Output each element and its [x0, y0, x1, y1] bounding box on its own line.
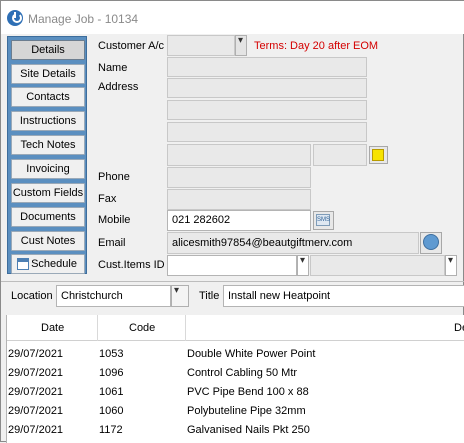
- cust-items-id-dropdown[interactable]: [297, 255, 309, 276]
- mobile-input[interactable]: 021 282602: [167, 210, 311, 231]
- mobile-label: Mobile: [98, 214, 131, 226]
- customer-account-input[interactable]: [167, 35, 235, 56]
- date-column-header[interactable]: Date: [41, 322, 64, 334]
- address-line-2-input[interactable]: [167, 100, 367, 120]
- row-description: Galvanised Nails Pkt 250: [187, 424, 310, 436]
- nav-cust-notes-button[interactable]: Cust Notes: [11, 231, 85, 251]
- table-row[interactable]: 29/07/2021 1096 Control Cabling 50 Mtr: [7, 364, 464, 383]
- job-title-input[interactable]: Install new Heatpoint: [223, 285, 464, 307]
- location-dropdown[interactable]: [171, 285, 189, 307]
- location-label: Location: [11, 290, 53, 302]
- column-divider: [97, 315, 98, 341]
- mobile-value: 021 282602: [172, 214, 231, 226]
- email-label: Email: [98, 237, 126, 249]
- grid-header: Date Code De: [7, 315, 464, 341]
- row-date: 29/07/2021: [8, 424, 64, 436]
- fax-label: Fax: [98, 193, 117, 205]
- customer-label: Customer A/c: [98, 40, 165, 52]
- nav-schedule-button[interactable]: Schedule: [11, 254, 85, 274]
- nav-site-details-button[interactable]: Site Details: [11, 64, 85, 84]
- nav-panel: Details Site Details Contacts Instructio…: [7, 36, 87, 274]
- email-input[interactable]: alicesmith97854@beautgiftmerv.com: [167, 232, 419, 254]
- code-column-header[interactable]: Code: [129, 322, 155, 334]
- send-sms-button[interactable]: SMS: [313, 211, 334, 230]
- name-input[interactable]: [167, 57, 367, 77]
- nav-documents-button[interactable]: Documents: [11, 207, 85, 227]
- name-label: Name: [98, 62, 128, 74]
- row-code: 1061: [99, 386, 124, 398]
- row-date: 29/07/2021: [8, 386, 64, 398]
- location-value: Christchurch: [61, 290, 123, 302]
- phone-label: Phone: [98, 171, 130, 183]
- address-label: Address: [98, 81, 139, 93]
- address-line-3-input[interactable]: [167, 122, 367, 142]
- nav-instructions-button[interactable]: Instructions: [11, 111, 85, 131]
- email-globe-icon: [423, 234, 439, 250]
- description-column-header[interactable]: De: [454, 322, 464, 334]
- row-description: Double White Power Point: [187, 348, 316, 360]
- nav-schedule-label: Schedule: [31, 258, 77, 270]
- suburb-input[interactable]: [167, 144, 311, 166]
- nav-contacts-button[interactable]: Contacts: [11, 87, 85, 107]
- calendar-icon: [17, 258, 29, 270]
- section-divider: [1, 281, 464, 282]
- terms-text: Terms: Day 20 after EOM: [254, 40, 379, 52]
- row-code: 1053: [99, 348, 124, 360]
- window-title: Manage Job - 10134: [28, 12, 139, 26]
- fax-input[interactable]: [167, 189, 311, 210]
- row-date: 29/07/2021: [8, 348, 64, 360]
- title-bar: Manage Job - 10134: [1, 1, 464, 34]
- row-description: Control Cabling 50 Mtr: [187, 367, 298, 379]
- cust-items-secondary-select[interactable]: [310, 255, 445, 276]
- row-code: 1060: [99, 405, 124, 417]
- manage-job-window: Manage Job - 10134 Details Site Details …: [0, 0, 464, 443]
- nav-details-button[interactable]: Details: [11, 40, 85, 60]
- row-date: 29/07/2021: [8, 405, 64, 417]
- postcode-input[interactable]: [313, 144, 367, 166]
- table-row[interactable]: 29/07/2021 1053 Double White Power Point: [7, 345, 464, 364]
- address-line-1-input[interactable]: [167, 78, 367, 98]
- nav-invoicing-button[interactable]: Invoicing: [11, 159, 85, 179]
- cust-items-secondary-dropdown[interactable]: [445, 255, 457, 276]
- title-label: Title: [199, 290, 220, 302]
- table-row[interactable]: 29/07/2021 1061 PVC Pipe Bend 100 x 88: [7, 383, 464, 402]
- table-row[interactable]: 29/07/2021 1060 Polybuteline Pipe 32mm: [7, 402, 464, 421]
- location-select[interactable]: Christchurch: [56, 285, 171, 307]
- cust-items-id-select[interactable]: [167, 255, 297, 276]
- nav-custom-fields-button[interactable]: Custom Fields: [11, 183, 85, 203]
- job-title-value: Install new Heatpoint: [228, 290, 331, 302]
- address-lookup-button[interactable]: [369, 146, 388, 164]
- sms-icon: SMS: [316, 214, 330, 226]
- cust-items-label: Cust.Items ID: [98, 259, 165, 271]
- row-date: 29/07/2021: [8, 367, 64, 379]
- highlight-icon: [372, 149, 384, 161]
- power-app-icon: [7, 10, 23, 26]
- customer-account-dropdown[interactable]: [235, 35, 247, 56]
- nav-tech-notes-button[interactable]: Tech Notes: [11, 135, 85, 155]
- phone-input[interactable]: [167, 167, 311, 188]
- job-items-grid: Date Code De 29/07/2021 1053 Double Whit…: [6, 315, 464, 443]
- row-description: Polybuteline Pipe 32mm: [187, 405, 306, 417]
- email-value: alicesmith97854@beautgiftmerv.com: [172, 237, 353, 249]
- column-divider: [185, 315, 186, 341]
- table-row[interactable]: 29/07/2021 1172 Galvanised Nails Pkt 250: [7, 421, 464, 440]
- row-code: 1096: [99, 367, 124, 379]
- row-code: 1172: [99, 424, 123, 436]
- send-email-button[interactable]: [420, 232, 442, 254]
- row-description: PVC Pipe Bend 100 x 88: [187, 386, 309, 398]
